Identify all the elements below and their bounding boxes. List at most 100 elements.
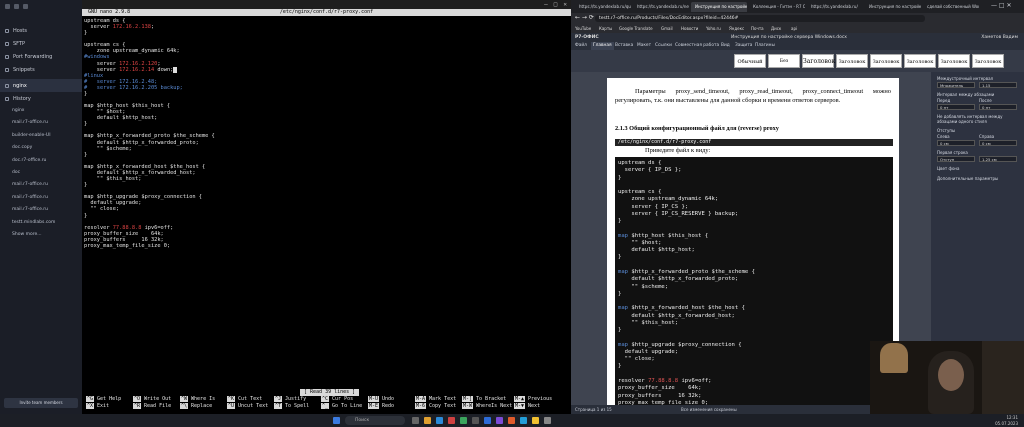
bookmark[interactable]: api bbox=[791, 24, 797, 33]
app-icon[interactable] bbox=[508, 417, 515, 424]
bookmark[interactable]: Gmail bbox=[661, 24, 673, 33]
tab-references[interactable]: Ссылки bbox=[655, 42, 672, 50]
line-spacing-value[interactable]: 1.15 bbox=[979, 82, 1017, 88]
browser-tab[interactable]: https://ts.yandexlab.ru/network/ bbox=[633, 2, 689, 12]
chrome-icon[interactable] bbox=[532, 417, 539, 424]
history-item[interactable]: doc.r7-office.ru bbox=[0, 155, 82, 167]
app-icon[interactable] bbox=[448, 417, 455, 424]
tab-insert[interactable]: Вставка bbox=[615, 42, 633, 50]
style-heading-3[interactable]: Заголовок 3 bbox=[870, 54, 902, 79]
home-icon[interactable] bbox=[14, 4, 19, 9]
system-clock[interactable]: 12:31 05.07.2023 bbox=[995, 415, 1018, 426]
task-view-icon[interactable] bbox=[412, 417, 419, 424]
nano-editor-content[interactable]: upstream ds { server 172.16.2.138; } ups… bbox=[84, 18, 215, 249]
browser-tab[interactable]: Коллекция - Гитэн - R7 Офис bbox=[749, 2, 805, 12]
shortcut-to-bracket[interactable]: M-] To Bracket bbox=[462, 396, 506, 403]
shortcut-redo[interactable]: M-E Redo bbox=[368, 403, 394, 410]
shortcut-to-spell[interactable]: ^T To Spell bbox=[274, 403, 309, 410]
history-item[interactable]: mail.r7-office.ru bbox=[0, 179, 82, 191]
minimize-icon[interactable]: — bbox=[544, 1, 548, 8]
shortcut-uncut-text[interactable]: ^U Uncut Text bbox=[227, 403, 268, 410]
url-input[interactable]: testt.r7-office.ru/Products/Files/DocEdi… bbox=[595, 15, 925, 22]
window-controls[interactable]: — □ ✕ bbox=[991, 2, 1012, 9]
document-page[interactable]: Параметры proxy_send_timeout, proxy_read… bbox=[607, 78, 899, 409]
sidebar-item-snippets[interactable]: Snippets bbox=[0, 63, 82, 76]
shortcut-replace[interactable]: ^\ Replace bbox=[180, 403, 212, 410]
style-heading-2[interactable]: Заголовок 2 bbox=[836, 54, 868, 79]
first-line-input[interactable]: 1.25 см bbox=[979, 156, 1017, 162]
file-explorer-icon[interactable] bbox=[424, 417, 431, 424]
bookmark[interactable]: Google Translate bbox=[619, 24, 653, 33]
browser-tab-active[interactable]: Инструкция по настройке bbox=[691, 2, 747, 12]
vscode-icon[interactable] bbox=[484, 417, 491, 424]
style-heading-4[interactable]: Заголовок 4 bbox=[904, 54, 936, 79]
style-normal[interactable]: Обычный bbox=[734, 54, 766, 68]
sidebar-item-port-forwarding[interactable]: Port Forwarding bbox=[0, 50, 82, 63]
tab-file[interactable]: Файл bbox=[575, 42, 587, 50]
bookmark[interactable]: Карты bbox=[599, 24, 612, 33]
bookmark[interactable]: Диск bbox=[771, 24, 781, 33]
history-header[interactable]: History bbox=[0, 92, 82, 105]
maximize-icon[interactable]: □ bbox=[554, 1, 558, 8]
history-item[interactable]: nginx bbox=[0, 105, 82, 117]
background-color-label[interactable]: Цвет фона bbox=[937, 166, 959, 171]
tab-home[interactable]: Главная bbox=[591, 42, 614, 50]
menu-icon[interactable] bbox=[5, 4, 10, 9]
shortcut-cur-pos[interactable]: ^C Cur Pos bbox=[321, 396, 353, 403]
shortcut-read-file[interactable]: ^R Read File bbox=[133, 403, 171, 410]
sidebar-item-sftp[interactable]: SFTP bbox=[0, 37, 82, 50]
bookmark[interactable]: Новости bbox=[681, 24, 698, 33]
terminal-app-icon[interactable] bbox=[472, 417, 479, 424]
tab-collaboration[interactable]: Совместная работа bbox=[675, 42, 719, 50]
terminal-window[interactable]: — □ ✕ GNU nano 2.9.8 /etc/nginx/conf.d/r7-… bbox=[82, 0, 571, 414]
shortcut-mark-text[interactable]: M-A Mark Text bbox=[415, 396, 456, 403]
shortcut-cut-text[interactable]: ^K Cut Text bbox=[227, 396, 262, 403]
open-session-tab[interactable]: nginx bbox=[0, 79, 82, 92]
sidebar-item-hosts[interactable]: Hosts bbox=[0, 24, 82, 37]
browser-tab[interactable]: https://ts.yandexlab.ru/ bbox=[807, 2, 863, 12]
edge-icon[interactable] bbox=[436, 417, 443, 424]
shortcut-whereis-next[interactable]: M-W WhereIs Next bbox=[462, 403, 512, 410]
shortcut-previous[interactable]: M-▲ Previous bbox=[514, 396, 552, 403]
browser-tab[interactable]: Инструкция по настройке bbox=[865, 2, 921, 12]
app-icon[interactable] bbox=[460, 417, 467, 424]
shortcut-justify[interactable]: ^J Justify bbox=[274, 396, 306, 403]
style-no-spacing[interactable]: Без интервала bbox=[768, 54, 800, 78]
spacing-before-input[interactable]: 0 пт bbox=[937, 104, 975, 110]
tab-protection[interactable]: Защита bbox=[735, 42, 752, 50]
shortcut-go-to-line[interactable]: ^_ Go To Line bbox=[321, 403, 362, 410]
bookmark[interactable]: YouTube bbox=[575, 24, 591, 33]
lock-icon[interactable] bbox=[23, 4, 28, 9]
shortcut-write-out[interactable]: ^O Write Out bbox=[133, 396, 171, 403]
app-icon[interactable] bbox=[544, 417, 551, 424]
line-spacing-select[interactable]: Множитель bbox=[937, 82, 975, 88]
telegram-icon[interactable] bbox=[520, 417, 527, 424]
start-icon[interactable] bbox=[333, 417, 340, 424]
bookmark[interactable]: Яндекс bbox=[729, 24, 744, 33]
shortcut-next[interactable]: M-▼ Next bbox=[514, 403, 540, 410]
shortcut-exit[interactable]: ^X Exit bbox=[86, 403, 109, 410]
shortcut-get-help[interactable]: ^G Get Help bbox=[86, 396, 121, 403]
history-item[interactable]: mail.r7-office.ru bbox=[0, 117, 82, 129]
taskbar-search[interactable]: Поиск bbox=[345, 416, 405, 425]
first-line-select[interactable]: Отступ bbox=[937, 156, 975, 162]
history-item[interactable]: mail.r7-office.ru bbox=[0, 192, 82, 204]
no-add-spacing-checkbox[interactable]: Не добавлять интервал между абзацами одн… bbox=[937, 114, 1017, 124]
shortcut-copy-text[interactable]: M-6 Copy Text bbox=[415, 403, 456, 410]
shortcut-where-is[interactable]: ^W Where Is bbox=[180, 396, 215, 403]
tab-view[interactable]: Вид bbox=[721, 42, 730, 50]
browser-tab[interactable]: сделай собственный Workbench bbox=[923, 2, 979, 12]
style-heading-1[interactable]: Заголовок 1 bbox=[802, 54, 835, 79]
browser-tab[interactable]: https://ts.yandexlab.ru/quest/ bbox=[575, 2, 631, 12]
bookmark[interactable]: Yoho.ru bbox=[706, 24, 721, 33]
history-item[interactable]: mail.r7-office.ru bbox=[0, 204, 82, 216]
history-item[interactable]: doc bbox=[0, 167, 82, 179]
indent-right-input[interactable]: 0 см bbox=[979, 140, 1017, 146]
history-item[interactable]: doc.copy bbox=[0, 142, 82, 154]
app-icon[interactable] bbox=[496, 417, 503, 424]
shortcut-undo[interactable]: M-U Undo bbox=[368, 396, 394, 403]
style-heading-6[interactable]: Заголовок 6 bbox=[972, 54, 1004, 79]
nav-arrows-icon[interactable]: ← → ⟳ bbox=[575, 14, 594, 21]
style-heading-5[interactable]: Заголовок 5 bbox=[938, 54, 970, 79]
history-item[interactable]: builder-enable-UI bbox=[0, 130, 82, 142]
